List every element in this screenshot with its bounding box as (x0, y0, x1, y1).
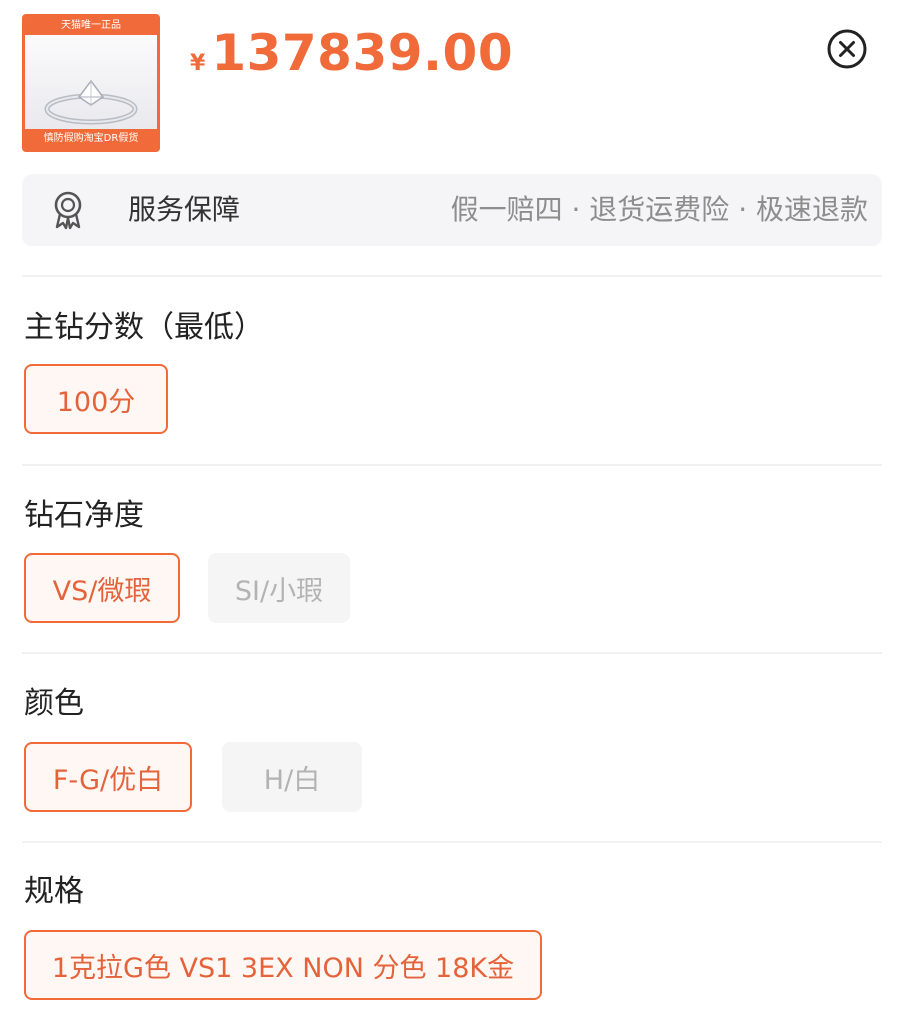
option-color-h[interactable]: H/白 (222, 742, 362, 812)
option-carat-100[interactable]: 100分 (24, 364, 168, 434)
close-icon (827, 29, 867, 69)
service-guarantee-bar[interactable]: 服务保障 假一赔四 · 退货运费险 · 极速退款 (22, 174, 882, 246)
option-clarity-vs[interactable]: VS/微瑕 (24, 553, 180, 623)
product-thumbnail[interactable]: 天猫唯一正品 慎防假购淘宝DR假货 (22, 14, 160, 152)
section-title-carat: 主钻分数（最低） (24, 310, 264, 345)
thumbnail-top-banner: 天猫唯一正品 (25, 17, 157, 35)
section-title-spec: 规格 (24, 874, 84, 909)
section-title-clarity: 钻石净度 (24, 498, 144, 533)
divider (22, 841, 882, 843)
divider (22, 464, 882, 466)
price-value: 137839.00 (211, 24, 514, 82)
sku-selector-panel: 天猫唯一正品 慎防假购淘宝DR假货 ¥ 137839.00 服务保障 假一赔四 … (0, 0, 902, 1024)
service-detail: 假一赔四 · 退货运费险 · 极速退款 (450, 193, 868, 226)
option-clarity-si[interactable]: SI/小瑕 (208, 553, 350, 623)
divider (22, 652, 882, 654)
currency-symbol: ¥ (190, 51, 206, 76)
divider (22, 275, 882, 277)
price-display: ¥ 137839.00 (190, 24, 513, 82)
service-label: 服务保障 (128, 193, 241, 226)
thumbnail-image-area (25, 35, 157, 129)
option-color-fg[interactable]: F-G/优白 (24, 742, 192, 812)
close-button[interactable] (826, 28, 868, 70)
thumbnail-bottom-banner: 慎防假购淘宝DR假货 (25, 129, 157, 149)
option-spec-1ct[interactable]: 1克拉G色 VS1 3EX NON 分色 18K金 (24, 930, 542, 1000)
section-title-color: 颜色 (24, 686, 84, 721)
badge-ribbon-icon (54, 191, 82, 230)
diamond-ring-icon (44, 79, 138, 125)
